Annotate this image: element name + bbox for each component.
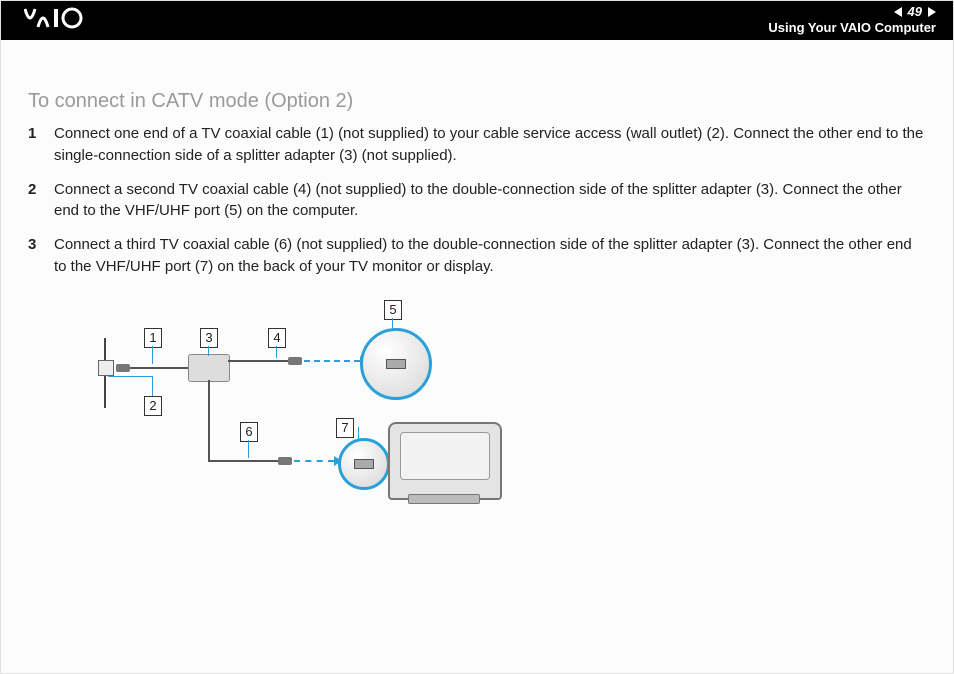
callout-3: 3 (200, 328, 218, 348)
callout-7: 7 (336, 418, 354, 438)
callout-6: 6 (240, 422, 258, 442)
section-heading: To connect in CATV mode (Option 2) (28, 90, 926, 113)
step-item: Connect a second TV coaxial cable (4) (n… (28, 179, 926, 223)
coax-cable-4 (228, 360, 288, 362)
leader-line (108, 376, 152, 377)
leader-line (276, 346, 277, 358)
callout-5: 5 (384, 300, 402, 320)
prev-page-icon[interactable] (894, 7, 902, 17)
dashed-connector (304, 360, 360, 362)
coax-cable-1 (130, 367, 188, 369)
leader-line (392, 318, 393, 330)
leader-line (152, 346, 153, 364)
leader-line (208, 346, 209, 356)
dashed-connector (294, 460, 334, 462)
callout-1: 1 (144, 328, 162, 348)
coax-cable-6 (208, 380, 210, 460)
tv-monitor (388, 422, 502, 500)
computer-port-detail (360, 328, 432, 400)
coax-plug (288, 357, 302, 365)
header-right: 49 Using Your VAIO Computer (768, 4, 936, 35)
next-page-icon[interactable] (928, 7, 936, 17)
wall-outlet (98, 360, 114, 376)
leader-line (152, 376, 153, 396)
vhf-uhf-port-tv (354, 459, 374, 469)
vaio-logo (24, 7, 120, 33)
leader-line (358, 427, 359, 441)
page-number: 49 (908, 4, 922, 20)
coax-cable-6 (208, 460, 278, 462)
coax-plug (278, 457, 292, 465)
coax-plug (116, 364, 130, 372)
tv-port-detail (338, 438, 390, 490)
connection-diagram: 1 2 3 4 5 6 7 (88, 296, 528, 516)
step-item: Connect a third TV coaxial cable (6) (no… (28, 234, 926, 278)
header-section-title: Using Your VAIO Computer (768, 20, 936, 36)
tv-base (408, 494, 480, 504)
step-item: Connect one end of a TV coaxial cable (1… (28, 123, 926, 167)
leader-line (248, 440, 249, 458)
callout-4: 4 (268, 328, 286, 348)
callout-2: 2 (144, 396, 162, 416)
splitter-adapter (188, 354, 230, 382)
header-bar: 49 Using Your VAIO Computer (0, 0, 954, 40)
vhf-uhf-port (386, 359, 406, 369)
page-content: To connect in CATV mode (Option 2) Conne… (0, 40, 954, 516)
page-nav: 49 (894, 4, 936, 20)
instruction-list: Connect one end of a TV coaxial cable (1… (28, 123, 926, 278)
